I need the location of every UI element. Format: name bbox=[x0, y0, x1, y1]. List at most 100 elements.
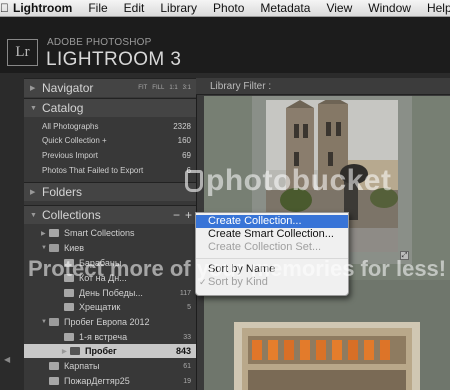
collection-label: Барабаны bbox=[79, 258, 122, 268]
grid-cell[interactable] bbox=[204, 280, 450, 390]
zoom-1-1[interactable]: 1:1 bbox=[169, 85, 177, 91]
catalog-row-label: Previous Import bbox=[42, 151, 99, 160]
collection-icon bbox=[64, 333, 74, 341]
collection-row-fire[interactable]: ПожарДегтяр25 19 bbox=[24, 374, 196, 388]
collection-row-probeg[interactable]: ▶ Пробег 843 bbox=[24, 344, 196, 358]
collection-count: 19 bbox=[183, 377, 191, 385]
collection-label: Киев bbox=[64, 243, 85, 253]
menu-file[interactable]: File bbox=[80, 1, 115, 15]
collection-count: 117 bbox=[179, 289, 191, 297]
collection-row-first-meeting[interactable]: 1-я встреча 33 bbox=[24, 330, 196, 344]
collection-label: 1-я встреча bbox=[79, 332, 128, 342]
catalog-row-label: Quick Collection + bbox=[42, 136, 107, 145]
collection-icon bbox=[64, 289, 74, 297]
identity-plate: Lr ADOBE PHOTOSHOP LIGHTROOM 3 bbox=[0, 17, 450, 73]
photo-thumbnail[interactable] bbox=[234, 322, 420, 390]
sort-by-name-menu-item[interactable]: Sort by Name bbox=[196, 263, 348, 276]
menu-separator bbox=[196, 258, 348, 259]
menu-view[interactable]: View bbox=[318, 1, 360, 15]
collection-row-europe-2012[interactable]: ▼ Пробег Европа 2012 bbox=[24, 315, 196, 329]
expand-arrow-icon[interactable]: ▶ bbox=[41, 230, 49, 237]
collection-row-kiev[interactable]: ▼ Киев bbox=[24, 241, 196, 255]
collection-row-drums[interactable]: Барабаны bbox=[24, 256, 196, 270]
building-photo bbox=[234, 322, 420, 390]
collapse-triangle-icon: ▶ bbox=[30, 85, 36, 92]
menu-help[interactable]: Help bbox=[419, 1, 450, 15]
collection-row-victory-day[interactable]: День Победы... 117 bbox=[24, 286, 196, 300]
menu-window[interactable]: Window bbox=[360, 1, 419, 15]
zoom-3-1[interactable]: 3:1 bbox=[183, 85, 191, 91]
collection-row-khreshchatyk[interactable]: Хрещатик 5 bbox=[24, 300, 196, 314]
catalog-row-quick-collection[interactable]: Quick Collection + 160 bbox=[24, 134, 196, 147]
remove-collection-button[interactable]: − bbox=[173, 208, 180, 222]
zoom-fit[interactable]: FIT bbox=[138, 85, 147, 91]
collapse-triangle-icon: ▶ bbox=[30, 189, 36, 196]
library-filter-bar[interactable]: Library Filter : bbox=[196, 78, 450, 95]
menu-library[interactable]: Library bbox=[152, 1, 205, 15]
adobe-photoshop-label: ADOBE PHOTOSHOP bbox=[47, 37, 152, 48]
collection-icon bbox=[64, 303, 74, 311]
catalog-row-label: All Photographs bbox=[42, 122, 99, 131]
collection-count: 33 bbox=[183, 333, 191, 341]
collections-header[interactable]: ▼ Collections − + bbox=[24, 205, 196, 224]
collection-label: Пробег Европа 2012 bbox=[64, 317, 150, 327]
collection-row-smart[interactable]: ▶ Smart Collections bbox=[24, 226, 196, 240]
apple-logo-icon[interactable]:  bbox=[0, 1, 9, 15]
badge-icon[interactable]: ⤢ bbox=[400, 251, 409, 260]
collection-label: Кот на Дн... bbox=[79, 273, 127, 283]
zoom-fill[interactable]: FILL bbox=[152, 85, 164, 91]
create-collection-set-menu-item[interactable]: Create Collection Set... bbox=[196, 241, 348, 254]
catalog-row-count: 2328 bbox=[173, 122, 191, 131]
collection-icon bbox=[64, 259, 74, 267]
collection-count: 5 bbox=[187, 303, 191, 311]
collections-title: Collections bbox=[42, 208, 101, 222]
menu-photo[interactable]: Photo bbox=[205, 1, 252, 15]
collection-row-cat[interactable]: Кот на Дн... bbox=[24, 271, 196, 285]
collection-set-icon bbox=[49, 244, 59, 252]
catalog-row-all-photographs[interactable]: All Photographs 2328 bbox=[24, 120, 196, 133]
collection-row-carpathians[interactable]: Карпаты 61 bbox=[24, 359, 196, 373]
navigator-title: Navigator bbox=[42, 81, 94, 95]
collection-label: День Победы... bbox=[79, 288, 143, 298]
sort-by-kind-menu-item[interactable]: ✓ Sort by Kind bbox=[196, 276, 348, 289]
navigator-zoom-options: FIT FILL 1:1 3:1 bbox=[138, 85, 191, 91]
sort-by-kind-label: Sort by Kind bbox=[208, 276, 268, 288]
menu-bar:  Lightroom File Edit Library Photo Meta… bbox=[0, 0, 450, 17]
product-name: LIGHTROOM 3 bbox=[46, 49, 182, 70]
collection-icon bbox=[70, 347, 80, 355]
expand-arrow-icon[interactable]: ▼ bbox=[41, 245, 49, 251]
collection-label: Smart Collections bbox=[64, 228, 135, 238]
navigator-header[interactable]: ▶ Navigator FIT FILL 1:1 3:1 bbox=[24, 78, 196, 97]
panel-collapse-icon[interactable]: ◀ bbox=[4, 355, 10, 364]
menu-edit[interactable]: Edit bbox=[116, 1, 153, 15]
collection-icon bbox=[64, 274, 74, 282]
expand-arrow-icon[interactable]: ▼ bbox=[41, 319, 49, 325]
catalog-row-count: 160 bbox=[177, 136, 191, 145]
collection-icon bbox=[49, 377, 59, 385]
catalog-row-failed-export[interactable]: Photos That Failed to Export 6 bbox=[24, 164, 196, 177]
add-collection-button[interactable]: + bbox=[185, 208, 192, 222]
collection-label: Карпаты bbox=[64, 361, 100, 371]
lightroom-logo: Lr bbox=[7, 39, 38, 66]
menu-lightroom[interactable]: Lightroom bbox=[9, 1, 80, 15]
folders-title: Folders bbox=[42, 185, 83, 199]
collection-count: 61 bbox=[183, 362, 191, 370]
folders-header[interactable]: ▶ Folders bbox=[24, 182, 196, 201]
catalog-row-count: 69 bbox=[182, 151, 191, 160]
collection-label: ПожарДегтяр25 bbox=[64, 376, 130, 386]
catalog-title: Catalog bbox=[42, 101, 84, 115]
left-panel: ▶ Navigator FIT FILL 1:1 3:1 ▼ Catalog A… bbox=[24, 78, 196, 390]
photobucket-bucket-icon bbox=[185, 170, 203, 192]
collection-set-icon bbox=[49, 229, 59, 237]
create-smart-collection-menu-item[interactable]: Create Smart Collection... bbox=[196, 228, 348, 241]
menu-metadata[interactable]: Metadata bbox=[252, 1, 318, 15]
collection-set-icon bbox=[49, 318, 59, 326]
catalog-row-label: Photos That Failed to Export bbox=[42, 166, 144, 175]
catalog-header[interactable]: ▼ Catalog bbox=[24, 98, 196, 117]
collection-count: 843 bbox=[175, 346, 191, 356]
left-panel-edge bbox=[0, 78, 24, 390]
expand-triangle-icon: ▼ bbox=[30, 104, 37, 112]
context-menu: Create Collection... Create Smart Collec… bbox=[195, 212, 349, 296]
create-collection-menu-item[interactable]: Create Collection... bbox=[196, 215, 348, 228]
catalog-row-previous-import[interactable]: Previous Import 69 bbox=[24, 149, 196, 162]
